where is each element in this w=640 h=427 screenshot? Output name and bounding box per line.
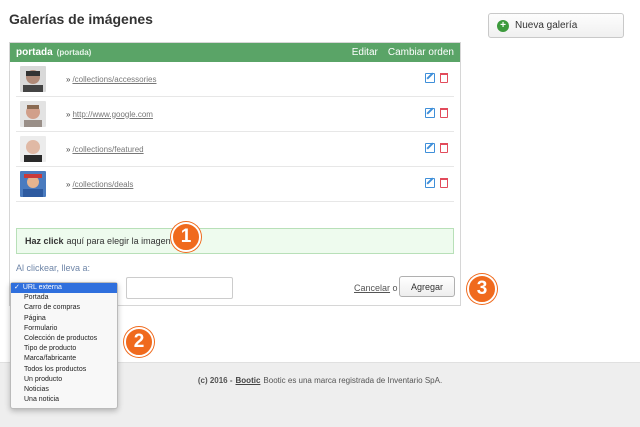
edit-icon[interactable] — [425, 178, 435, 188]
edit-icon[interactable] — [425, 73, 435, 83]
gallery-item: » http://www.google.com — [16, 97, 454, 132]
link-target-label: Al clickear, lleva a: — [16, 263, 91, 273]
add-button[interactable]: Agregar — [399, 276, 455, 297]
item-url-link[interactable]: /collections/deals — [72, 180, 133, 189]
dropdown-option[interactable]: Un producto — [11, 375, 117, 385]
cancel-link[interactable]: Cancelar — [354, 283, 390, 293]
dropdown-option-selected[interactable]: ✓ URL externa — [11, 283, 117, 294]
thumbnail-image[interactable] — [20, 136, 46, 162]
reorder-gallery-link[interactable]: Cambiar orden — [388, 47, 454, 58]
footer-year: (c) 2016 - — [197, 376, 233, 385]
item-link: » http://www.google.com — [66, 109, 153, 119]
item-link: »/collections/featured — [66, 144, 144, 154]
new-gallery-label: Nueva galería — [515, 20, 578, 31]
dropdown-option[interactable]: Portada — [11, 293, 117, 303]
thumbnail-image[interactable] — [20, 101, 46, 127]
edit-gallery-link[interactable]: Editar — [352, 47, 378, 58]
dropdown-option[interactable]: Página — [11, 314, 117, 324]
trash-icon[interactable] — [440, 73, 448, 83]
item-url-link[interactable]: /collections/featured — [72, 145, 143, 154]
image-upload-dropzone[interactable]: Haz click aquí para elegir la imagen. — [16, 228, 454, 254]
link-type-dropdown[interactable]: ✓ URL externa Portada Carro de compras Pá… — [10, 282, 118, 409]
page-title: Galerías de imágenes — [9, 11, 153, 27]
thumbnail-image[interactable] — [20, 66, 46, 92]
edit-icon[interactable] — [425, 143, 435, 153]
footer-brand-link[interactable]: Bootic — [236, 376, 261, 427]
item-url-link[interactable]: /collections/accessories — [72, 75, 156, 84]
cancel-group: Cancelar o — [354, 283, 398, 293]
item-url-link[interactable]: http://www.google.com — [72, 110, 152, 119]
or-text: o — [392, 283, 398, 293]
plus-circle-icon: + — [497, 19, 509, 32]
new-gallery-button[interactable]: + Nueva galería — [488, 13, 624, 38]
upload-text: aquí para elegir la imagen. — [66, 236, 174, 246]
dropdown-option[interactable]: Colección de productos — [11, 334, 117, 344]
checkmark-icon: ✓ — [14, 284, 20, 291]
edit-icon[interactable] — [425, 108, 435, 118]
dropdown-option[interactable]: Una noticia — [11, 395, 117, 405]
gallery-panel: portada (portada) Editar Cambiar orden »… — [9, 42, 461, 306]
trash-icon[interactable] — [440, 143, 448, 153]
gallery-item: »/collections/deals — [16, 167, 454, 202]
step-badge-1: 1 — [171, 222, 201, 252]
dropdown-option[interactable]: Carro de compras — [11, 303, 117, 313]
gallery-handle: (portada) — [56, 48, 92, 57]
item-link: »/collections/deals — [66, 179, 134, 189]
footer-text: Bootic es una marca registrada de Invent… — [263, 376, 443, 385]
trash-icon[interactable] — [440, 178, 448, 188]
trash-icon[interactable] — [440, 108, 448, 118]
dropdown-option[interactable]: Todos los productos — [11, 365, 117, 375]
gallery-header: portada (portada) Editar Cambiar orden — [10, 43, 460, 62]
url-input[interactable] — [126, 277, 233, 299]
step-badge-3: 3 — [467, 274, 497, 304]
upload-bold-text: Haz click — [25, 236, 64, 246]
gallery-item: »/collections/featured — [16, 132, 454, 167]
dropdown-option[interactable]: Tipo de producto — [11, 344, 117, 354]
thumbnail-image[interactable] — [20, 171, 46, 197]
dropdown-option[interactable]: Marca/fabricante — [11, 354, 117, 364]
dropdown-option[interactable]: Noticias — [11, 385, 117, 395]
gallery-name: portada — [16, 47, 53, 58]
item-link: »/collections/accessories — [66, 74, 157, 84]
dropdown-option[interactable]: Formulario — [11, 324, 117, 334]
step-badge-2: 2 — [124, 327, 154, 357]
gallery-items: »/collections/accessories » http://www.go… — [10, 62, 460, 202]
gallery-item: »/collections/accessories — [16, 62, 454, 97]
